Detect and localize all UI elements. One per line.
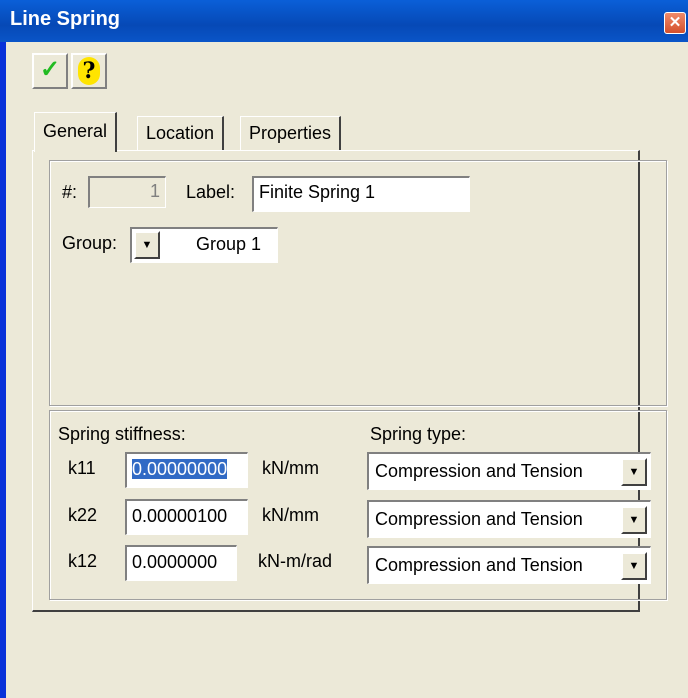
k22-type-select[interactable]: Compression and Tension ▼	[367, 500, 651, 538]
k12-unit: kN-m/rad	[258, 551, 333, 571]
ok-button[interactable]: ✓	[32, 53, 68, 89]
close-icon: ✕	[668, 14, 682, 31]
help-button[interactable]: ?	[71, 53, 107, 89]
chevron-down-icon[interactable]: ▼	[621, 506, 647, 534]
window-title: Line Spring	[10, 8, 120, 30]
chevron-down-icon[interactable]: ▼	[621, 552, 647, 580]
group-label: Group:	[62, 233, 118, 253]
label-input[interactable]: Finite Spring 1	[252, 176, 470, 212]
spring-type-heading: Spring type:	[370, 424, 467, 444]
k11-value: 0.00000000	[132, 459, 228, 479]
close-button[interactable]: ✕	[664, 12, 686, 34]
number-field: 1	[88, 176, 166, 208]
window-border	[0, 42, 6, 698]
k12-type-select[interactable]: Compression and Tension ▼	[367, 546, 651, 584]
k12-input[interactable]: 0.0000000	[125, 545, 237, 581]
group-select-value: Group 1	[196, 234, 262, 254]
title-bar[interactable]: Line Spring ✕	[0, 0, 688, 42]
k22-type-value: Compression and Tension	[375, 509, 583, 529]
checkmark-icon: ✓	[39, 56, 61, 83]
k11-label: k11	[68, 458, 96, 478]
line-spring-window: Line Spring ✕ ✓ ? General Location Prope…	[0, 0, 688, 698]
k22-unit: kN/mm	[262, 505, 319, 525]
k11-type-value: Compression and Tension	[375, 461, 583, 481]
spring-stiffness-heading: Spring stiffness:	[58, 424, 186, 444]
label-label: Label:	[186, 182, 236, 202]
k22-label: k22	[68, 505, 98, 525]
k11-input[interactable]: 0.00000000	[125, 452, 248, 488]
help-icon: ?	[78, 57, 100, 85]
tab-location[interactable]: Location	[137, 116, 225, 150]
k11-type-select[interactable]: Compression and Tension ▼	[367, 452, 651, 490]
k22-input[interactable]: 0.00000100	[125, 499, 248, 535]
group-select[interactable]: ▼ Group 1	[130, 227, 278, 263]
tab-general[interactable]: General	[34, 112, 118, 152]
tab-properties[interactable]: Properties	[240, 116, 342, 150]
k11-unit: kN/mm	[262, 458, 319, 478]
chevron-down-icon[interactable]: ▼	[134, 231, 160, 259]
chevron-down-icon[interactable]: ▼	[621, 458, 647, 486]
k12-label: k12	[68, 551, 98, 571]
k12-type-value: Compression and Tension	[375, 555, 583, 575]
number-label: #:	[62, 182, 78, 202]
